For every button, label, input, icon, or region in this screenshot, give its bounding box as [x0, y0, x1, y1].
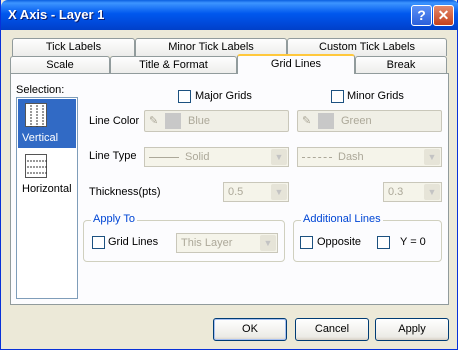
pencil-icon: ✎ [149, 115, 159, 127]
selection-item-label: Horizontal [22, 183, 72, 195]
chevron-down-icon[interactable]: ▼ [271, 184, 287, 200]
major-color-value: Blue [188, 115, 211, 127]
selection-label: Selection: [16, 84, 65, 96]
cancel-button[interactable]: Cancel [295, 318, 369, 341]
y-zero-checkbox[interactable] [377, 236, 390, 249]
minor-color-button[interactable]: ✎ Green [297, 110, 442, 132]
apply-scope-value: This Layer [181, 237, 233, 249]
vertical-grid-icon [25, 103, 47, 127]
line-color-label: Line Color [89, 115, 140, 127]
grid-lines-label: Grid Lines [108, 236, 159, 248]
line-type-label: Line Type [89, 150, 137, 162]
major-line-type-select[interactable]: Solid ▼ [144, 147, 289, 167]
title-bar[interactable]: X Axis - Layer 1 ? ✕ [1, 0, 458, 30]
y-zero-label: Y = 0 [400, 236, 426, 248]
window-title: X Axis - Layer 1 [8, 7, 105, 22]
minor-thickness-value: 0.3 [388, 186, 404, 198]
horizontal-grid-icon [25, 154, 47, 178]
minor-grids-label: Minor Grids [347, 90, 404, 102]
additional-lines-caption: Additional Lines [301, 213, 383, 225]
color-swatch [318, 113, 334, 129]
minor-color-value: Green [341, 115, 372, 127]
major-grids-label: Major Grids [195, 90, 252, 102]
minor-line-type-value: Dash [338, 151, 364, 163]
chevron-down-icon[interactable]: ▼ [424, 184, 440, 200]
minor-line-type-select[interactable]: Dash ▼ [297, 147, 442, 167]
chevron-down-icon[interactable]: ▼ [424, 149, 440, 165]
major-line-type-value: Solid [185, 151, 210, 163]
major-grids-checkbox[interactable] [178, 90, 191, 103]
major-color-button[interactable]: ✎ Blue [144, 110, 289, 132]
color-swatch [165, 113, 181, 129]
tab-scale[interactable]: Scale [10, 56, 110, 74]
close-button[interactable]: ✕ [433, 5, 454, 26]
major-thickness-select[interactable]: 0.5 ▼ [223, 182, 289, 202]
grid-lines-checkbox[interactable] [92, 236, 105, 249]
tab-tick-labels[interactable]: Tick Labels [12, 38, 135, 56]
tab-title-format[interactable]: Title & Format [110, 56, 237, 74]
tab-grid-lines[interactable]: Grid Lines [237, 54, 355, 74]
solid-line-sample [149, 157, 179, 158]
selection-item-vertical[interactable]: Vertical [18, 99, 76, 148]
chevron-down-icon[interactable]: ▼ [271, 149, 287, 165]
selection-list[interactable]: Vertical Horizontal [16, 97, 78, 299]
major-thickness-value: 0.5 [228, 186, 244, 198]
thickness-label: Thickness(pts) [89, 186, 161, 198]
ok-button[interactable]: OK [213, 318, 287, 341]
dash-line-sample [302, 157, 332, 158]
help-button[interactable]: ? [411, 5, 432, 26]
apply-button[interactable]: Apply [375, 318, 449, 341]
opposite-label: Opposite [317, 236, 362, 248]
selection-item-label: Vertical [22, 132, 59, 144]
opposite-checkbox[interactable] [300, 236, 313, 249]
chevron-down-icon[interactable]: ▼ [260, 235, 276, 251]
dialog-window: X Axis - Layer 1 ? ✕ Tick Labels Minor T… [0, 0, 458, 350]
minor-thickness-select[interactable]: 0.3 ▼ [383, 182, 442, 202]
selection-item-horizontal[interactable]: Horizontal [18, 150, 76, 199]
minor-grids-checkbox[interactable] [331, 90, 344, 103]
pencil-icon: ✎ [302, 115, 312, 127]
apply-scope-select[interactable]: This Layer ▼ [176, 233, 278, 253]
tab-break[interactable]: Break [355, 56, 447, 74]
apply-to-caption: Apply To [91, 213, 137, 225]
